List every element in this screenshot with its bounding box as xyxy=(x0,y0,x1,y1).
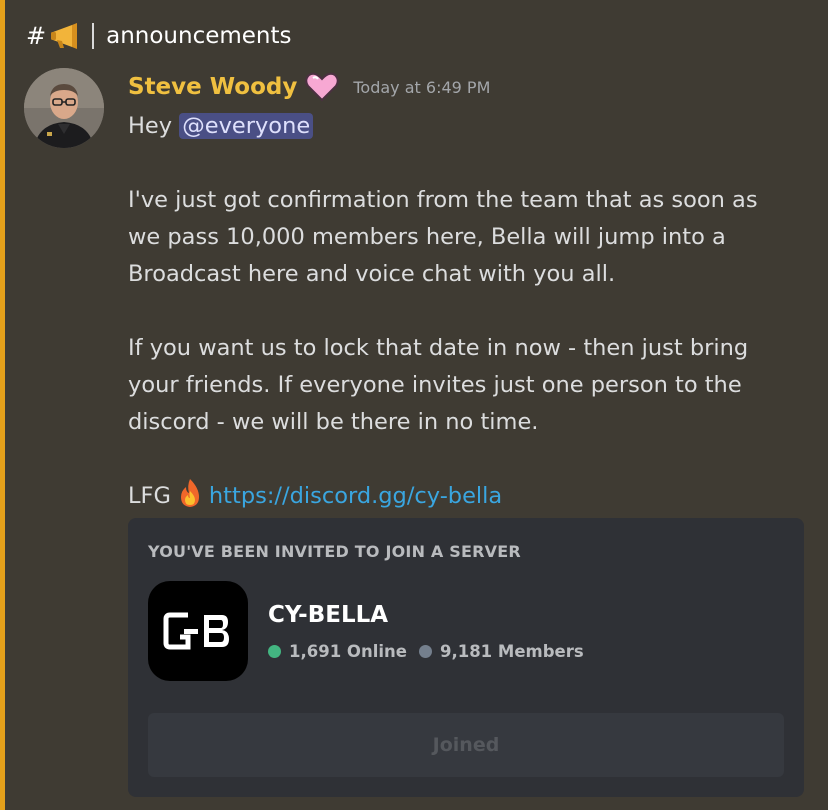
channel-name[interactable]: announcements xyxy=(106,23,291,49)
channel-header: # announcements xyxy=(26,18,292,54)
highlight-accent-bar xyxy=(0,0,5,810)
megaphone-icon xyxy=(51,23,78,49)
header-divider xyxy=(92,23,95,49)
joined-button[interactable]: Joined xyxy=(148,713,784,777)
pink-heart-icon xyxy=(305,72,340,102)
everyone-mention[interactable]: @everyone xyxy=(179,113,314,139)
message-paragraph-2: If you want us to lock that date in now … xyxy=(128,335,749,435)
message-paragraph-1: I've just got confirmation from the team… xyxy=(128,187,758,287)
message-content: Hey @everyone I've just got confirmation… xyxy=(128,108,788,515)
members-status-dot xyxy=(418,645,432,658)
greeting-line: Hey @everyone xyxy=(128,108,788,145)
server-stats: 1,691 Online 9,181 Members xyxy=(268,642,584,661)
greeting-text: Hey xyxy=(128,113,173,139)
server-icon[interactable] xyxy=(148,581,248,681)
server-invite-card: YOU'VE BEEN INVITED TO JOIN A SERVER CY-… xyxy=(128,518,804,797)
closing-text: LFG xyxy=(128,483,171,509)
author-avatar[interactable] xyxy=(24,68,104,148)
online-status-dot xyxy=(268,645,281,658)
closing-line: LFG https://discord.gg/cy-bella xyxy=(128,478,788,515)
avatar-image xyxy=(24,68,104,148)
channel-hash: # xyxy=(26,22,47,50)
fire-icon xyxy=(180,479,199,507)
online-count: 1,691 Online xyxy=(289,642,407,661)
message-header: Steve Woody Today at 6:49 PM xyxy=(128,70,490,104)
invite-title: YOU'VE BEEN INVITED TO JOIN A SERVER xyxy=(148,542,521,561)
invite-link[interactable]: https://discord.gg/cy-bella xyxy=(209,483,502,509)
message-timestamp: Today at 6:49 PM xyxy=(353,77,491,97)
member-count: 9,181 Members xyxy=(439,642,584,661)
server-name[interactable]: CY-BELLA xyxy=(268,602,388,628)
author-username[interactable]: Steve Woody xyxy=(128,74,297,100)
server-logo-icon xyxy=(163,612,229,650)
